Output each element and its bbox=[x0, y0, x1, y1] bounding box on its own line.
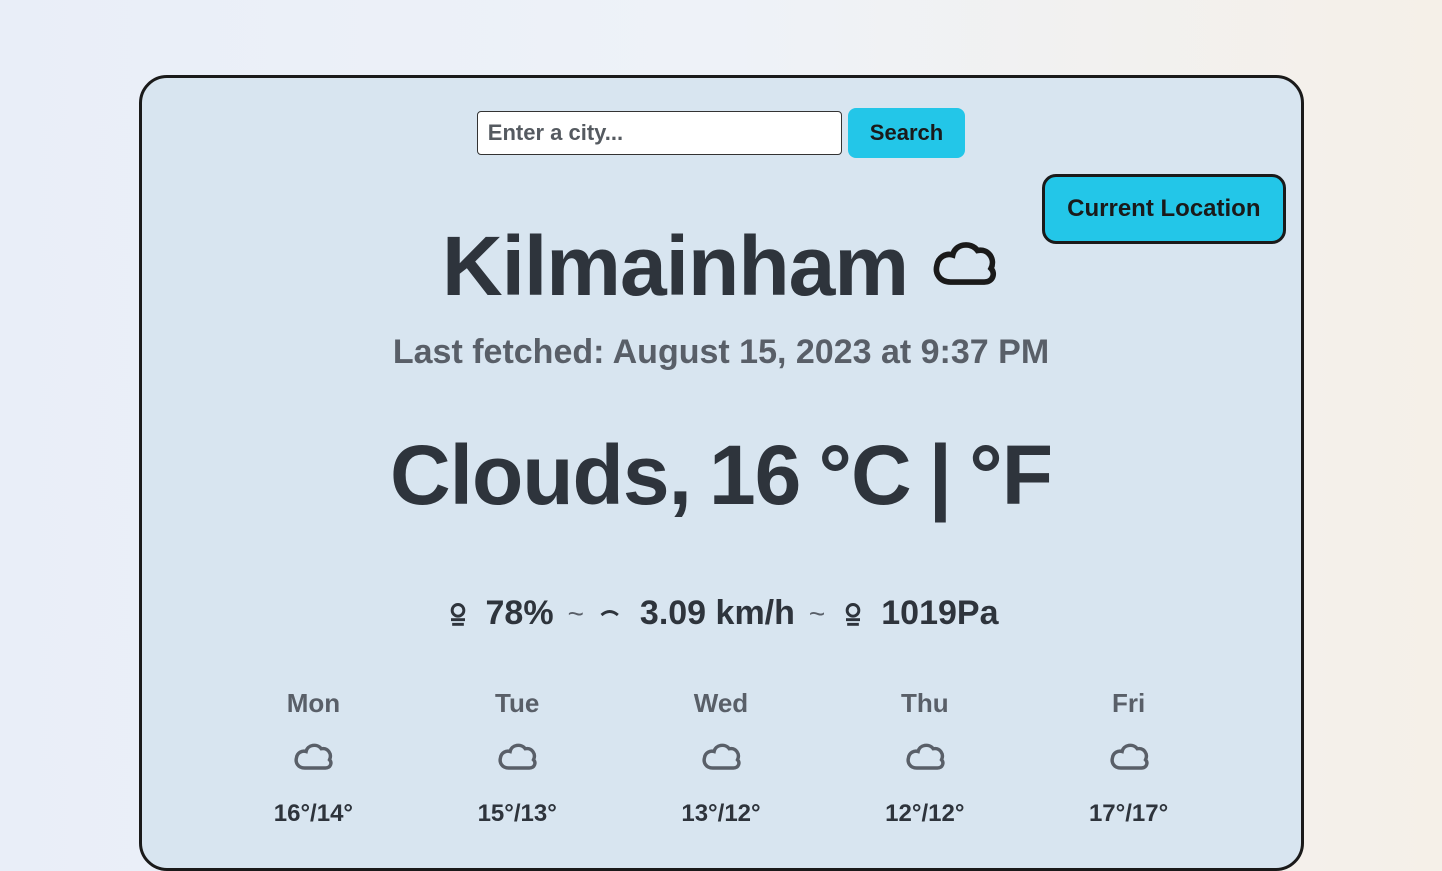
forecast-temps: 13°/12° bbox=[619, 800, 823, 828]
city-search-input[interactable] bbox=[477, 111, 842, 155]
humidity-icon bbox=[444, 594, 472, 633]
city-name: Kilmainham bbox=[442, 218, 908, 315]
forecast-day: Wed 13°/12° bbox=[619, 688, 823, 828]
forecast-day: Fri 17°/17° bbox=[1027, 688, 1231, 828]
humidity-value: 78% bbox=[486, 594, 554, 633]
cloud-icon bbox=[619, 735, 823, 784]
search-row: Search bbox=[182, 108, 1261, 158]
forecast-day: Mon 16°/14° bbox=[212, 688, 416, 828]
current-location-button[interactable]: Current Location bbox=[1042, 174, 1285, 244]
pressure-value: 1019Pa bbox=[881, 594, 998, 633]
forecast-day-label: Mon bbox=[212, 688, 416, 719]
forecast-temps: 16°/14° bbox=[212, 800, 416, 828]
unit-fahrenheit[interactable]: °F bbox=[969, 427, 1052, 524]
stats-row: 78% ~ 3.09 km/h ~ 1019Pa bbox=[182, 594, 1261, 633]
cloud-icon bbox=[415, 735, 619, 784]
cloud-icon bbox=[928, 228, 1000, 305]
forecast-row: Mon 16°/14° Tue 15°/13° Wed 13°/12° Thu bbox=[182, 688, 1261, 828]
wind-value: 3.09 km/h bbox=[640, 594, 795, 633]
forecast-temps: 12°/12° bbox=[823, 800, 1027, 828]
cloud-icon bbox=[823, 735, 1027, 784]
wind-icon bbox=[598, 594, 626, 633]
forecast-day: Tue 15°/13° bbox=[415, 688, 619, 828]
search-button[interactable]: Search bbox=[848, 108, 965, 158]
forecast-temps: 17°/17° bbox=[1027, 800, 1231, 828]
condition-row: Clouds, 16 °C | °F bbox=[182, 427, 1261, 524]
unit-celsius[interactable]: °C bbox=[818, 427, 910, 524]
cloud-icon bbox=[212, 735, 416, 784]
forecast-temps: 15°/13° bbox=[415, 800, 619, 828]
forecast-day-label: Wed bbox=[619, 688, 823, 719]
forecast-day: Thu 12°/12° bbox=[823, 688, 1027, 828]
cloud-icon bbox=[1027, 735, 1231, 784]
last-fetched-text: Last fetched: August 15, 2023 at 9:37 PM bbox=[182, 333, 1261, 372]
condition-text: Clouds, bbox=[390, 427, 691, 524]
temperature-value: 16 bbox=[709, 427, 800, 524]
weather-card: Search Current Location Kilmainham Last … bbox=[139, 75, 1304, 871]
unit-divider: | bbox=[929, 427, 952, 524]
pressure-icon bbox=[839, 594, 867, 633]
separator: ~ bbox=[568, 598, 584, 630]
forecast-day-label: Tue bbox=[415, 688, 619, 719]
forecast-day-label: Fri bbox=[1027, 688, 1231, 719]
separator: ~ bbox=[809, 598, 825, 630]
forecast-day-label: Thu bbox=[823, 688, 1027, 719]
